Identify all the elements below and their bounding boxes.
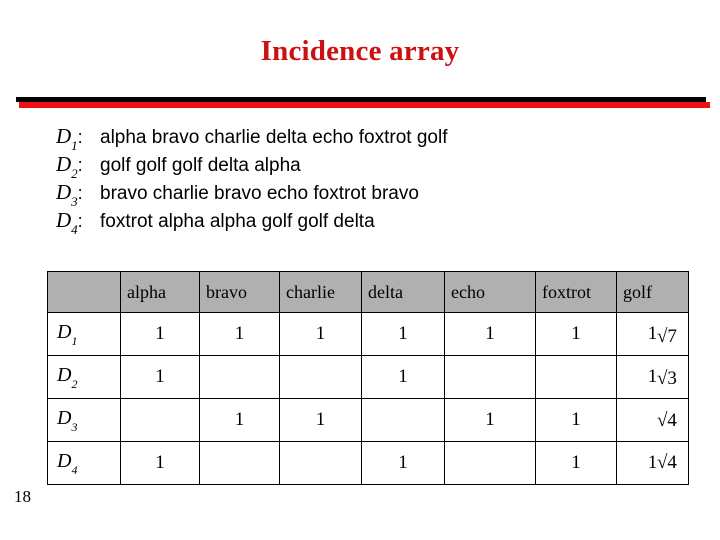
table-cell [120, 398, 200, 442]
definition-label: D4: [56, 208, 83, 238]
table-cell: 1 [535, 398, 617, 442]
column-header-alpha: alpha [120, 271, 200, 313]
table-cell: 1 [120, 441, 200, 485]
definition-label: D2: [56, 152, 83, 182]
column-header-foxtrot: foxtrot [535, 271, 617, 313]
row-header: D4 [47, 441, 121, 485]
definition-row: D4: foxtrot alpha alpha golf golf delta [56, 208, 616, 238]
column-header-bravo: bravo [199, 271, 280, 313]
table-cell: 1 [120, 355, 200, 399]
column-header-delta: delta [361, 271, 445, 313]
norm-annotation: √3 [657, 368, 677, 389]
table-cell: 1 [616, 441, 689, 485]
table-cell: 1 [535, 312, 617, 356]
table-cell [199, 355, 280, 399]
row-header: D3 [47, 398, 121, 442]
page-title: Incidence array [260, 35, 460, 67]
row-header: D2 [47, 355, 121, 399]
column-header-charlie: charlie [279, 271, 362, 313]
table-row: D4 1 1 1 1 [47, 441, 689, 485]
definition-label: D1: [56, 124, 83, 154]
row-header: D1 [47, 312, 121, 356]
table-cell [361, 398, 445, 442]
table-cell [444, 355, 536, 399]
table-cell: 1 [199, 398, 280, 442]
incidence-table: alpha bravo charlie delta echo foxtrot g… [47, 271, 689, 485]
table-cell [199, 441, 280, 485]
page-number: 18 [14, 487, 31, 506]
table-cell [444, 441, 536, 485]
table-cell: 1 [120, 312, 200, 356]
table-cell: 1 [361, 312, 445, 356]
table-row: D1 1 1 1 1 1 1 1 [47, 312, 689, 356]
definition-text: bravo charlie bravo echo foxtrot bravo [100, 183, 419, 204]
table-cell: 1 [444, 398, 536, 442]
table-cell [279, 355, 362, 399]
table-row: D2 1 1 1 [47, 355, 689, 399]
definition-text: alpha bravo charlie delta echo foxtrot g… [100, 127, 448, 148]
definition-label: D3: [56, 180, 83, 210]
divider-bar-red [19, 102, 710, 108]
definition-text: golf golf golf delta alpha [100, 155, 301, 176]
norm-annotation: √7 [657, 326, 677, 347]
table-cell: 1 [535, 441, 617, 485]
definition-row: D3: bravo charlie bravo echo foxtrot bra… [56, 180, 616, 210]
table-cell: 1 [279, 398, 362, 442]
table-cell: 1 [199, 312, 280, 356]
norm-annotation-list: √7 √3 √4 √4 [657, 271, 677, 484]
definition-text: foxtrot alpha alpha golf golf delta [100, 211, 375, 232]
column-header-golf: golf [616, 271, 689, 313]
table-cell: 1 [361, 441, 445, 485]
table-cell: 1 [616, 312, 689, 356]
table-row: D3 1 1 1 1 [47, 398, 689, 442]
norm-annotation: √4 [657, 452, 677, 473]
table-cell: 1 [444, 312, 536, 356]
table-header-row: alpha bravo charlie delta echo foxtrot g… [47, 271, 689, 313]
column-header-echo: echo [444, 271, 536, 313]
definition-list: D1: alpha bravo charlie delta echo foxtr… [56, 124, 616, 238]
table-cell: 1 [361, 355, 445, 399]
header-divider [0, 95, 720, 111]
table-cell [279, 441, 362, 485]
table-cell [535, 355, 617, 399]
definition-row: D2: golf golf golf delta alpha [56, 152, 616, 182]
table-corner-cell [47, 271, 121, 313]
table-cell: 1 [616, 355, 689, 399]
definition-row: D1: alpha bravo charlie delta echo foxtr… [56, 124, 616, 154]
table-cell: 1 [279, 312, 362, 356]
table-cell [616, 398, 689, 442]
norm-annotation: √4 [657, 410, 677, 431]
